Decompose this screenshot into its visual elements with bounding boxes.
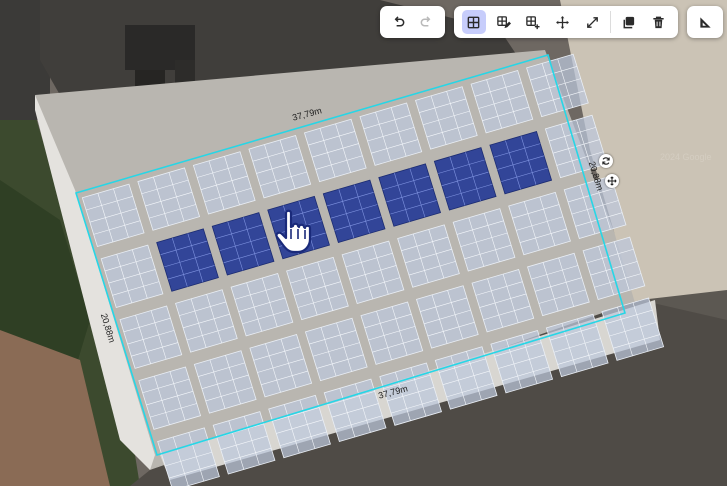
- trash-icon: [653, 16, 664, 28]
- duplicate-button[interactable]: [616, 10, 641, 34]
- measure-button[interactable]: [693, 10, 718, 34]
- ruler-triangle-icon: [699, 16, 711, 28]
- undo-icon: [394, 15, 405, 27]
- measure-toolbar: [687, 6, 723, 38]
- map-watermark: 2024 Google: [660, 152, 712, 162]
- grid-icon: [467, 16, 480, 28]
- move-button[interactable]: [550, 10, 575, 34]
- expand-button[interactable]: [580, 10, 605, 34]
- move-arrows-icon: [607, 176, 617, 186]
- move-handle[interactable]: [605, 174, 619, 188]
- delete-button[interactable]: [646, 10, 671, 34]
- copy-icon: [623, 16, 635, 28]
- rotate-icon: [602, 157, 610, 165]
- expand-diagonal-icon: [586, 16, 598, 28]
- redo-button[interactable]: [415, 10, 438, 34]
- grid-edit-button[interactable]: [491, 10, 516, 34]
- hand-pointer-cursor: [275, 209, 312, 254]
- toolbar-divider: [609, 11, 611, 33]
- tools-toolbar: [454, 6, 678, 38]
- move-arrows-icon: [556, 15, 569, 29]
- history-toolbar: [380, 6, 445, 38]
- grid-pencil-icon: [497, 15, 511, 28]
- grid-plus-icon: [526, 15, 540, 29]
- map-canvas[interactable]: 2024 Google: [0, 0, 727, 486]
- grid-select-button[interactable]: [461, 10, 487, 34]
- grid-add-button[interactable]: [521, 10, 546, 34]
- redo-icon: [420, 15, 431, 27]
- undo-button[interactable]: [388, 10, 411, 34]
- rotate-handle[interactable]: [599, 154, 613, 168]
